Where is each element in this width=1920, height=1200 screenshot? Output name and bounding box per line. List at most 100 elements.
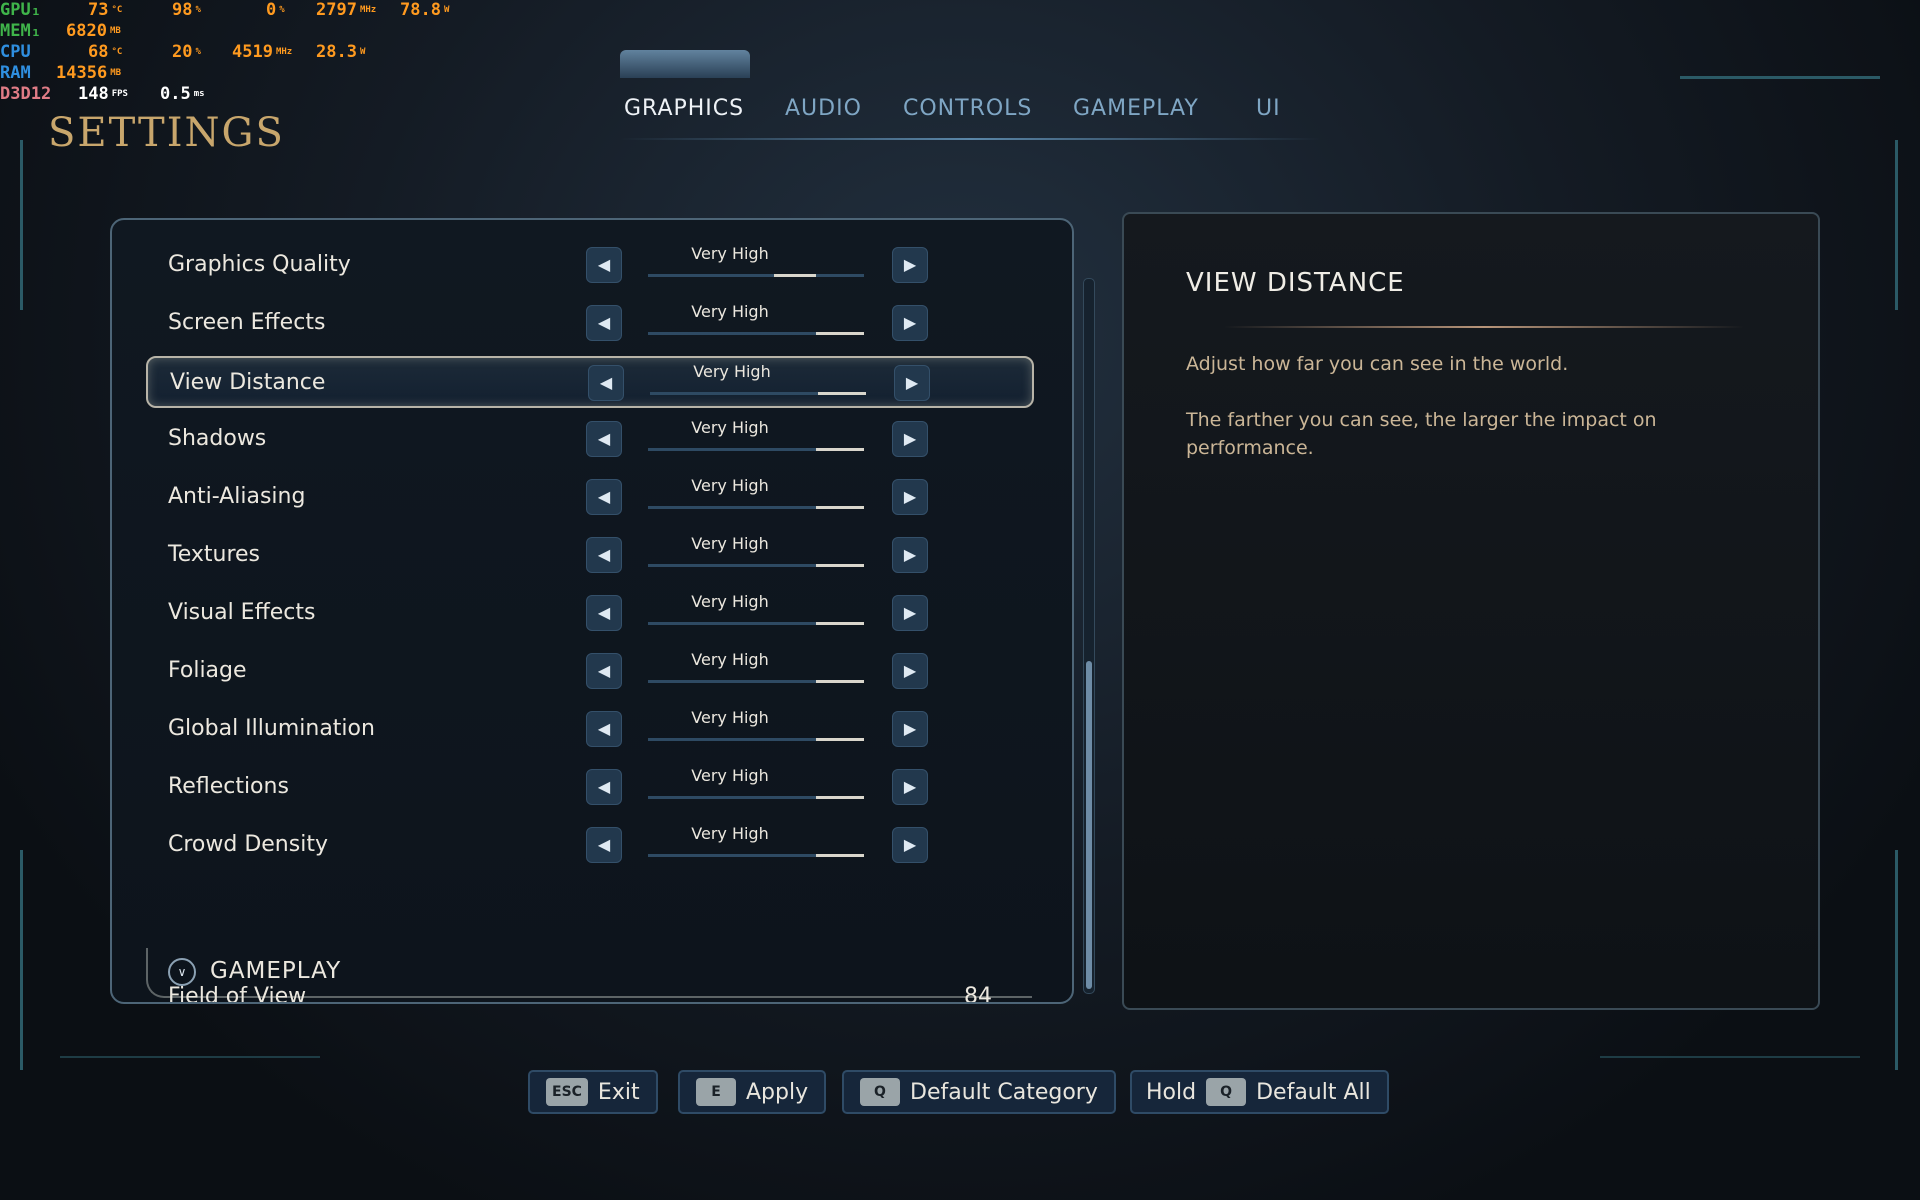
default-all-label: Default All bbox=[1256, 1079, 1371, 1105]
decrease-arrow-icon[interactable]: ◀ bbox=[586, 305, 622, 341]
tab-graphics[interactable]: GRAPHICS bbox=[624, 96, 744, 121]
decrease-arrow-icon[interactable]: ◀ bbox=[586, 827, 622, 863]
setting-value: Very High bbox=[691, 244, 769, 263]
level-segment bbox=[690, 796, 738, 799]
decrease-arrow-icon[interactable]: ◀ bbox=[586, 711, 622, 747]
tab-ui[interactable]: UI bbox=[1256, 96, 1281, 121]
level-segment bbox=[690, 332, 738, 335]
level-segment bbox=[734, 392, 782, 395]
default-category-button[interactable]: Q Default Category bbox=[842, 1070, 1116, 1114]
setting-value: Very High bbox=[693, 362, 771, 381]
decrease-arrow-icon[interactable]: ◀ bbox=[588, 365, 624, 401]
setting-row-textures[interactable]: Textures ◀ Very High ▶ bbox=[146, 530, 1030, 578]
esc-key-icon: ESC bbox=[546, 1078, 588, 1106]
level-segment bbox=[732, 564, 780, 567]
setting-row-crowd-density[interactable]: Crowd Density ◀ Very High ▶ bbox=[146, 820, 1030, 868]
increase-arrow-icon[interactable]: ▶ bbox=[892, 595, 928, 631]
setting-row-foliage[interactable]: Foliage ◀ Very High ▶ bbox=[146, 646, 1030, 694]
gpu-power: 78.8 W bbox=[400, 0, 450, 20]
level-segment bbox=[816, 738, 864, 741]
level-segment bbox=[648, 680, 696, 683]
decrease-arrow-icon[interactable]: ◀ bbox=[586, 595, 622, 631]
setting-value: Very High bbox=[691, 476, 769, 495]
gpu-temp: 73 °C bbox=[88, 0, 123, 20]
level-segment bbox=[690, 564, 738, 567]
active-tab-indicator bbox=[620, 50, 750, 78]
level-segment bbox=[648, 506, 696, 509]
increase-arrow-icon[interactable]: ▶ bbox=[892, 827, 928, 863]
setting-value: Very High bbox=[691, 592, 769, 611]
level-segment bbox=[648, 622, 696, 625]
level-segment bbox=[690, 448, 738, 451]
q-key-icon: Q bbox=[860, 1078, 900, 1106]
level-segment bbox=[690, 738, 738, 741]
default-all-button[interactable]: Hold Q Default All bbox=[1130, 1070, 1389, 1114]
tab-gameplay[interactable]: GAMEPLAY bbox=[1073, 96, 1199, 121]
level-segment bbox=[732, 332, 780, 335]
increase-arrow-icon[interactable]: ▶ bbox=[892, 769, 928, 805]
increase-arrow-icon[interactable]: ▶ bbox=[892, 305, 928, 341]
page-title: SETTINGS bbox=[48, 110, 285, 156]
level-segment bbox=[732, 680, 780, 683]
decrease-arrow-icon[interactable]: ◀ bbox=[586, 653, 622, 689]
level-segment bbox=[648, 448, 696, 451]
setting-label: Global Illumination bbox=[168, 716, 375, 741]
level-segment bbox=[774, 680, 822, 683]
setting-row-shadows[interactable]: Shadows ◀ Very High ▶ bbox=[146, 414, 1030, 462]
decrease-arrow-icon[interactable]: ◀ bbox=[586, 247, 622, 283]
level-segment bbox=[816, 332, 864, 335]
settings-scrollbar[interactable] bbox=[1083, 278, 1095, 994]
level-segment bbox=[774, 448, 822, 451]
setting-row-visual-effects[interactable]: Visual Effects ◀ Very High ▶ bbox=[146, 588, 1030, 636]
level-segment bbox=[774, 854, 822, 857]
gpu-load: 98% bbox=[172, 0, 201, 20]
cpu-load: 20% bbox=[172, 42, 201, 62]
exit-button[interactable]: ESC Exit bbox=[528, 1070, 658, 1114]
increase-arrow-icon[interactable]: ▶ bbox=[894, 365, 930, 401]
apply-button[interactable]: E Apply bbox=[678, 1070, 827, 1114]
setting-row-global-illumination[interactable]: Global Illumination ◀ Very High ▶ bbox=[146, 704, 1030, 752]
cpu-clock: 4519 MHz bbox=[232, 42, 293, 62]
decrease-arrow-icon[interactable]: ◀ bbox=[586, 421, 622, 457]
category-label: GAMEPLAY bbox=[210, 958, 342, 984]
tab-controls[interactable]: CONTROLS bbox=[903, 96, 1032, 121]
decrease-arrow-icon[interactable]: ◀ bbox=[586, 537, 622, 573]
level-segment bbox=[732, 274, 780, 277]
setting-label: Screen Effects bbox=[168, 310, 326, 335]
chevron-down-icon: ∨ bbox=[168, 958, 196, 986]
scrollbar-thumb[interactable] bbox=[1086, 661, 1092, 989]
increase-arrow-icon[interactable]: ▶ bbox=[892, 653, 928, 689]
setting-label: Graphics Quality bbox=[168, 252, 351, 277]
setting-label: View Distance bbox=[170, 370, 326, 395]
setting-row-anti-aliasing[interactable]: Anti-Aliasing ◀ Very High ▶ bbox=[146, 472, 1030, 520]
mem-label: MEM₁ bbox=[0, 21, 41, 41]
level-segment bbox=[816, 448, 864, 451]
level-segment bbox=[732, 448, 780, 451]
frame-ornament bbox=[1895, 850, 1898, 1070]
level-segment bbox=[690, 274, 738, 277]
description-paragraph-2: The farther you can see, the larger the … bbox=[1186, 409, 1657, 459]
setting-value: Very High bbox=[691, 418, 769, 437]
decrease-arrow-icon[interactable]: ◀ bbox=[586, 769, 622, 805]
ram-label: RAM bbox=[0, 63, 31, 83]
level-segment bbox=[648, 854, 696, 857]
level-segment bbox=[818, 392, 866, 395]
level-segment bbox=[816, 796, 864, 799]
setting-row-screen-effects[interactable]: Screen Effects ◀ Very High ▶ bbox=[146, 298, 1030, 346]
level-segment bbox=[732, 622, 780, 625]
setting-row-graphics-quality[interactable]: Graphics Quality ◀ Very High ▶ bbox=[146, 240, 1030, 288]
increase-arrow-icon[interactable]: ▶ bbox=[892, 247, 928, 283]
increase-arrow-icon[interactable]: ▶ bbox=[892, 711, 928, 747]
description-panel: VIEW DISTANCE Adjust how far you can see… bbox=[1122, 212, 1820, 1010]
setting-label: Textures bbox=[168, 542, 260, 567]
setting-row-reflections[interactable]: Reflections ◀ Very High ▶ bbox=[146, 762, 1030, 810]
setting-row-view-distance[interactable]: View Distance ◀ Very High ▶ bbox=[146, 356, 1034, 408]
setting-value: Very High bbox=[691, 302, 769, 321]
tab-audio[interactable]: AUDIO bbox=[785, 96, 862, 121]
increase-arrow-icon[interactable]: ▶ bbox=[892, 537, 928, 573]
setting-label: Reflections bbox=[168, 774, 289, 799]
decrease-arrow-icon[interactable]: ◀ bbox=[586, 479, 622, 515]
increase-arrow-icon[interactable]: ▶ bbox=[892, 479, 928, 515]
increase-arrow-icon[interactable]: ▶ bbox=[892, 421, 928, 457]
level-segment bbox=[774, 622, 822, 625]
